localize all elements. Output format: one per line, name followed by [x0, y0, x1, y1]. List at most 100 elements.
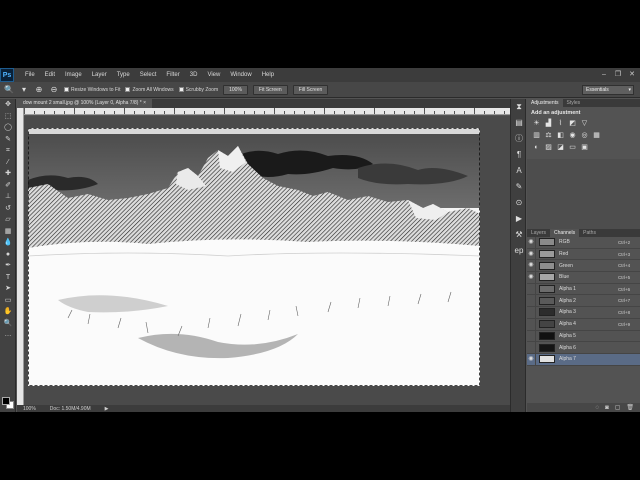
type-tool-icon[interactable]: T — [0, 272, 16, 284]
status-menu-arrow-icon[interactable]: ▶ — [105, 406, 109, 412]
ruler-horizontal[interactable] — [24, 108, 512, 115]
menu-layer[interactable]: Layer — [87, 72, 112, 78]
vibrance-icon[interactable]: ▽ — [580, 120, 589, 128]
menu-edit[interactable]: Edit — [40, 72, 60, 78]
menu-file[interactable]: File — [20, 72, 40, 78]
visibility-eye-icon[interactable] — [527, 318, 536, 330]
blur-tool-icon[interactable]: 💧 — [0, 237, 16, 249]
crop-tool-icon[interactable]: ⌗ — [0, 145, 16, 157]
paragraph-icon[interactable]: ¶ — [511, 147, 527, 163]
selective-color-icon[interactable]: ▣ — [580, 144, 589, 152]
channel-row[interactable]: Alpha 6 — [527, 342, 640, 354]
visibility-eye-icon[interactable]: ◉ — [527, 248, 536, 260]
dodge-tool-icon[interactable]: ● — [0, 249, 16, 261]
threshold-icon[interactable]: ◪ — [556, 144, 565, 152]
fill-screen-button[interactable]: Fill Screen — [292, 84, 329, 95]
posterize-icon[interactable]: ▨ — [544, 144, 553, 152]
visibility-eye-icon[interactable]: ◉ — [527, 271, 536, 283]
shape-tool-icon[interactable]: ▭ — [0, 295, 16, 307]
channel-row[interactable]: ◉ RGB Ctrl+2 — [527, 236, 640, 249]
scrubby-zoom-checkbox[interactable]: Scrubby Zoom — [178, 87, 218, 93]
zoom-100-button[interactable]: 100% — [223, 84, 248, 95]
load-selection-icon[interactable]: ◌ — [596, 405, 600, 411]
gradient-map-icon[interactable]: ▭ — [568, 144, 577, 152]
menu-select[interactable]: Select — [135, 72, 162, 78]
character-icon[interactable]: A — [511, 163, 527, 179]
hand-tool-icon[interactable]: ✋ — [0, 306, 16, 318]
path-select-tool-icon[interactable]: ➤ — [0, 283, 16, 295]
zoom-tool-icon[interactable]: 🔍 — [4, 85, 14, 95]
move-tool-icon[interactable]: ✥ — [0, 99, 16, 111]
menu-filter[interactable]: Filter — [161, 72, 184, 78]
hue-saturation-icon[interactable]: ▥ — [532, 132, 541, 140]
channel-row[interactable]: Alpha 1 Ctrl+6 — [527, 283, 640, 296]
tab-styles[interactable]: Styles — [563, 99, 585, 107]
tab-layers[interactable]: Layers — [527, 229, 550, 237]
lasso-tool-icon[interactable]: ◯ — [0, 122, 16, 134]
image-canvas[interactable] — [28, 128, 480, 386]
visibility-eye-icon[interactable] — [527, 295, 536, 307]
black-white-icon[interactable]: ◧ — [556, 132, 565, 140]
quick-select-tool-icon[interactable]: ✎ — [0, 134, 16, 146]
clone-stamp-tool-icon[interactable]: ⊥ — [0, 191, 16, 203]
history-icon[interactable]: ⧗ — [511, 99, 527, 115]
foreground-color-swatch[interactable] — [2, 397, 10, 405]
menu-type[interactable]: Type — [112, 72, 135, 78]
channel-row[interactable]: Alpha 4 Ctrl+9 — [527, 318, 640, 331]
brightness-icon[interactable]: ☀ — [532, 120, 541, 128]
color-lookup-icon[interactable]: ▦ — [592, 132, 601, 140]
minimize-icon[interactable]: – — [600, 71, 608, 78]
close-icon[interactable]: ✕ — [628, 71, 636, 78]
visibility-eye-icon[interactable] — [527, 342, 536, 354]
exposure-icon[interactable]: ◩ — [568, 120, 577, 128]
channel-row[interactable]: ◉ Red Ctrl+3 — [527, 248, 640, 261]
eraser-tool-icon[interactable]: ▱ — [0, 214, 16, 226]
brush-presets-icon[interactable]: ✎ — [511, 179, 527, 195]
marquee-tool-icon[interactable]: ⬚ — [0, 111, 16, 123]
channel-row[interactable]: ◉ Blue Ctrl+5 — [527, 271, 640, 284]
channel-row[interactable]: Alpha 3 Ctrl+8 — [527, 306, 640, 319]
document-tab[interactable]: dow mount 2 small.jpg @ 100% (Layer 0, A… — [17, 99, 153, 108]
fit-screen-button[interactable]: Fit Screen — [252, 84, 288, 95]
channel-row-selected[interactable]: ◉ Alpha 7 — [527, 353, 640, 366]
zoom-all-windows-checkbox[interactable]: Zoom All Windows — [125, 87, 174, 93]
save-selection-icon[interactable]: ◙ — [605, 405, 609, 411]
tab-adjustments[interactable]: Adjustments — [527, 99, 563, 107]
eyedropper-tool-icon[interactable]: ⁄ — [0, 157, 16, 169]
tab-channels[interactable]: Channels — [550, 229, 580, 237]
plugin-icon[interactable]: ep — [511, 243, 527, 259]
ruler-vertical[interactable] — [17, 108, 24, 405]
healing-brush-tool-icon[interactable]: ✚ — [0, 168, 16, 180]
more-tools-icon[interactable]: … — [0, 329, 16, 341]
zoom-tool-icon[interactable]: 🔍 — [0, 318, 16, 330]
color-swatches[interactable] — [2, 397, 14, 409]
tool-preset-chevron-icon[interactable]: ▾ — [19, 85, 29, 95]
menu-help[interactable]: Help — [257, 72, 279, 78]
menu-3d[interactable]: 3D — [185, 72, 203, 78]
gradient-tool-icon[interactable]: ▦ — [0, 226, 16, 238]
actions-icon[interactable]: ▶ — [511, 211, 527, 227]
photo-filter-icon[interactable]: ◉ — [568, 132, 577, 140]
menu-window[interactable]: Window — [225, 72, 256, 78]
invert-icon[interactable]: ◐ — [532, 144, 541, 152]
menu-view[interactable]: View — [202, 72, 225, 78]
visibility-eye-icon[interactable]: ◉ — [527, 353, 536, 365]
curves-icon[interactable]: ⌇ — [556, 120, 565, 128]
visibility-eye-icon[interactable]: ◉ — [527, 236, 536, 248]
workspace-select[interactable]: Essentials ▾ — [582, 85, 634, 95]
history-brush-tool-icon[interactable]: ↺ — [0, 203, 16, 215]
zoom-in-icon[interactable]: ⊕ — [34, 85, 44, 95]
levels-icon[interactable]: ▟ — [544, 120, 553, 128]
resize-windows-checkbox[interactable]: Resize Windows to Fit — [64, 87, 120, 93]
channel-mixer-icon[interactable]: ◎ — [580, 132, 589, 140]
visibility-eye-icon[interactable]: ◉ — [527, 260, 536, 272]
info-icon[interactable]: ⓘ — [511, 131, 527, 147]
channel-row[interactable]: Alpha 5 — [527, 330, 640, 343]
close-tab-icon[interactable]: × — [143, 100, 146, 106]
color-balance-icon[interactable]: ⚖ — [544, 132, 553, 140]
visibility-eye-icon[interactable] — [527, 306, 536, 318]
channel-row[interactable]: Alpha 2 Ctrl+7 — [527, 295, 640, 308]
zoom-level[interactable]: 100% — [23, 406, 36, 412]
brush-tool-icon[interactable]: ✐ — [0, 180, 16, 192]
tab-paths[interactable]: Paths — [579, 229, 600, 237]
